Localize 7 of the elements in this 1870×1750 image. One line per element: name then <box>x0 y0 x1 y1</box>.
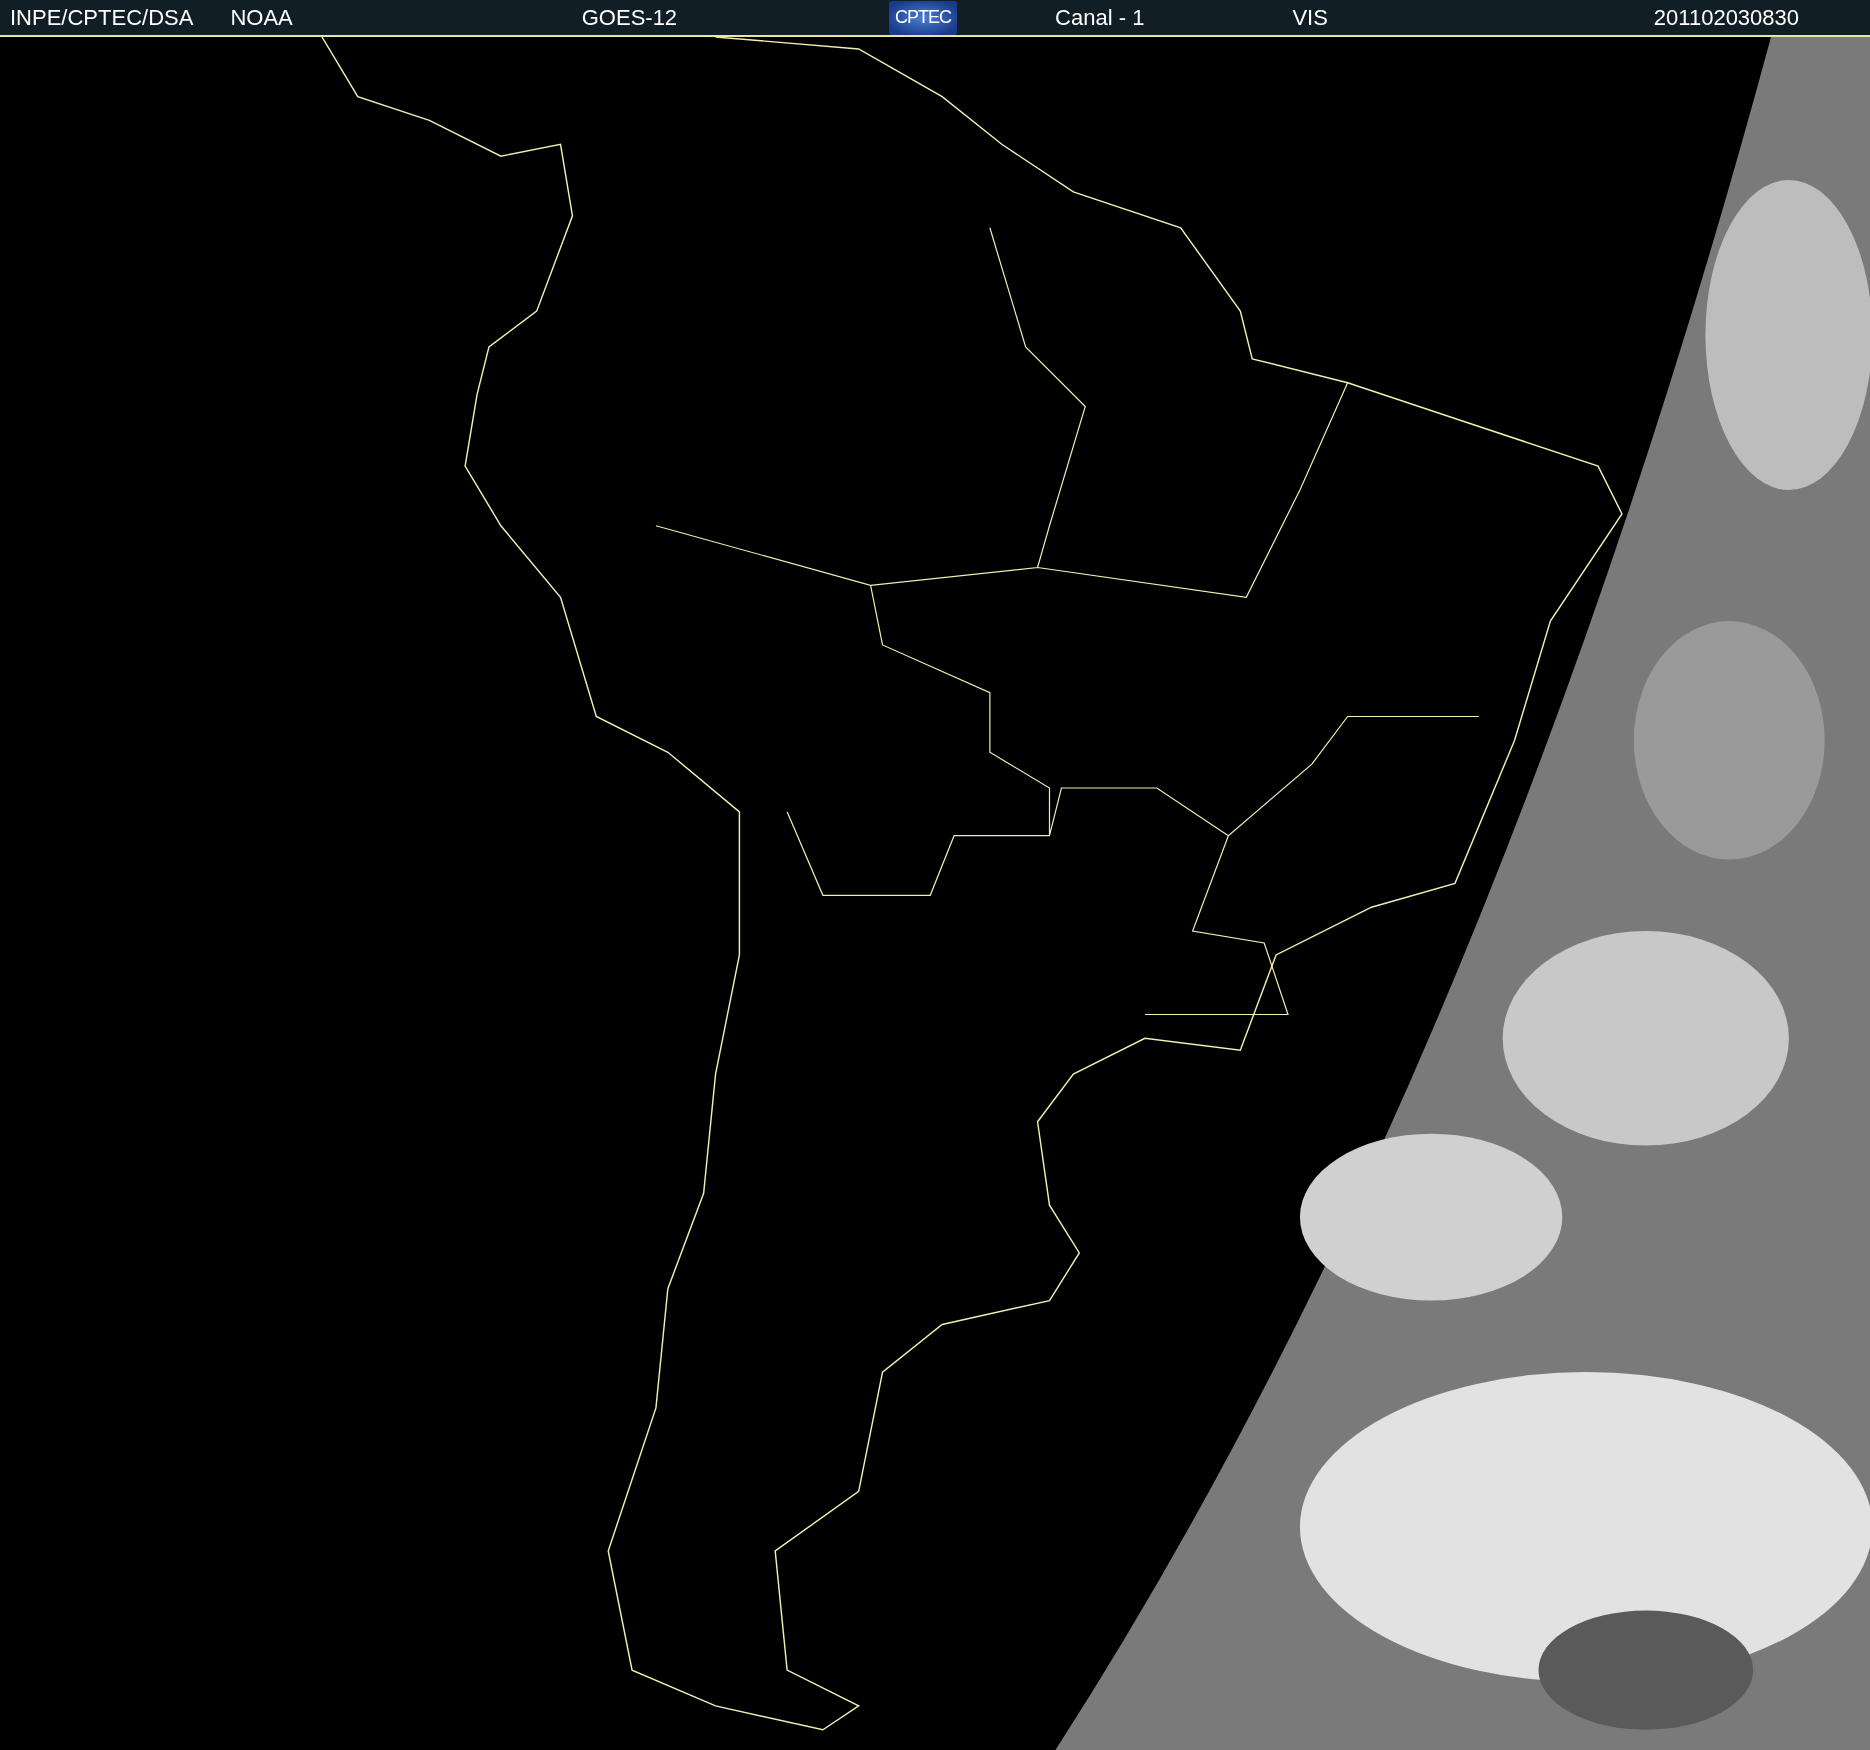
header-text: VIS <box>1292 4 1328 31</box>
header-text: Canal - 1 <box>1055 4 1145 31</box>
logo: CPTEC <box>889 0 958 35</box>
header-text: INPE/CPTEC/DSA <box>10 4 194 31</box>
header-text: GOES-12 <box>581 4 678 31</box>
header-text: NOAA <box>230 4 293 31</box>
header-text: 201102030830 <box>1653 4 1800 31</box>
